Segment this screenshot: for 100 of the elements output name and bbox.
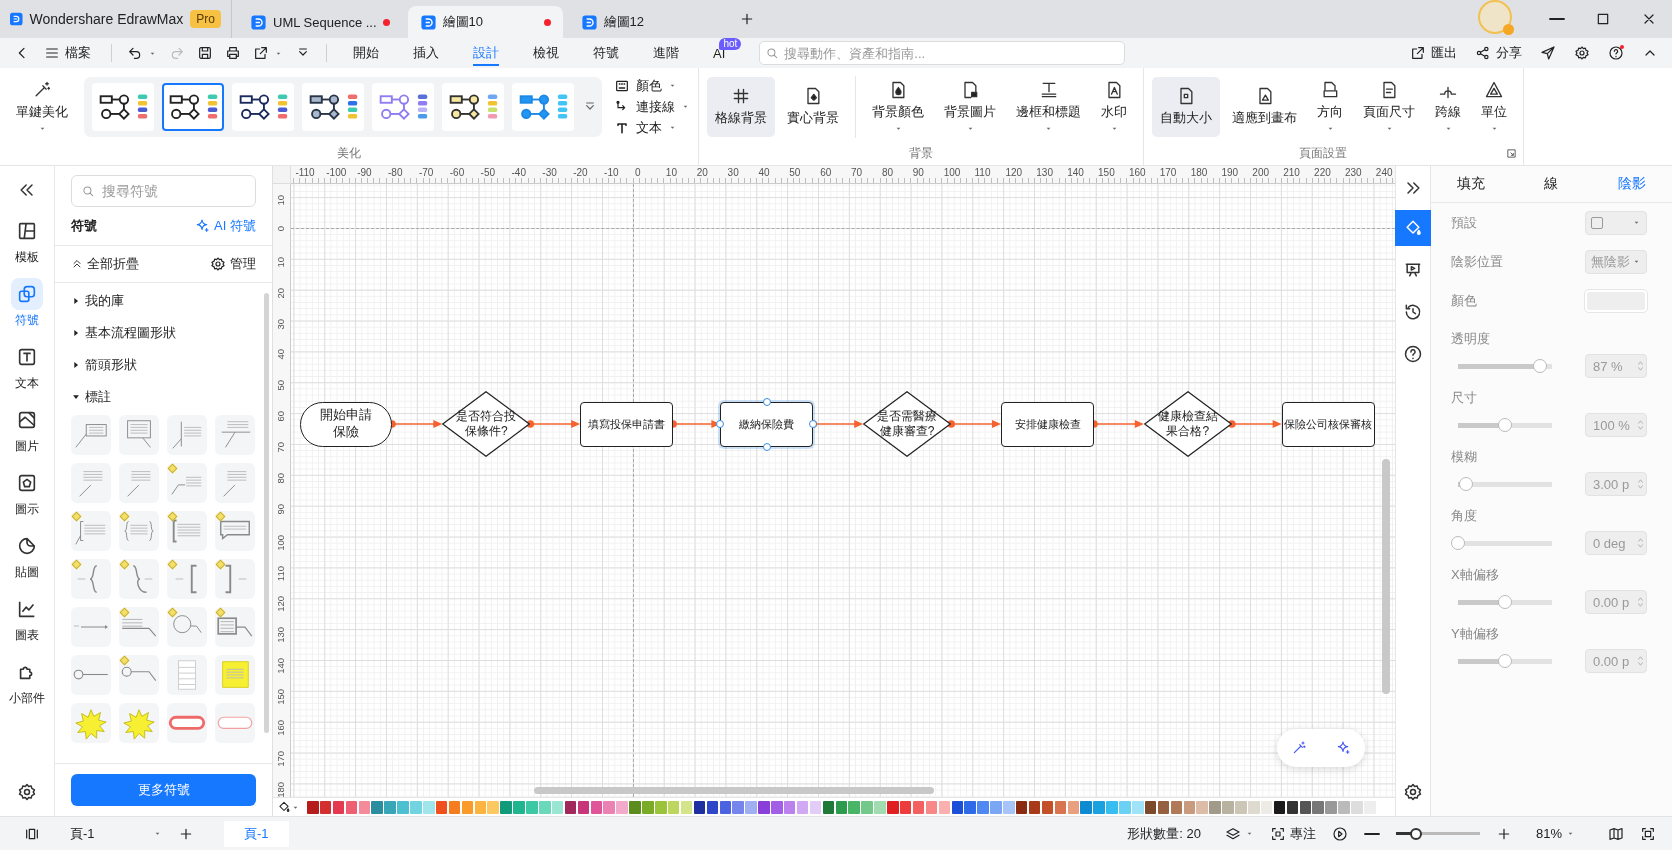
ribbon-button[interactable]: 背景顏色 [864, 76, 932, 137]
ruler-label: 150 [275, 689, 286, 705]
decision-node[interactable]: 健康檢查結果合格? [1143, 391, 1232, 457]
property-tab[interactable]: 線 [1511, 166, 1592, 202]
one-click-beautify-button[interactable]: 單鍵美化 [8, 76, 76, 137]
ruler-label: 130 [1036, 167, 1053, 178]
sidebar-tab[interactable]: 圖表 [1, 590, 53, 647]
sidebar-tab[interactable]: 小部件 [1, 653, 53, 710]
ruler-label: 160 [275, 719, 286, 736]
ruler-label: 150 [1098, 167, 1115, 178]
sidebar-tab[interactable]: 貼圖 [1, 527, 53, 584]
ribbon-button[interactable]: 適應到畫布 [1224, 76, 1305, 137]
ruler-label: 140 [275, 658, 286, 674]
menu-tab[interactable]: 進階 [637, 38, 695, 68]
menu-tab[interactable]: 設計 [457, 38, 515, 68]
library-item[interactable]: 我的庫 [71, 285, 124, 317]
ruler-label: 80 [275, 472, 286, 484]
ruler-label: 30 [275, 318, 286, 330]
sidebar-tab[interactable]: 模板 [1, 212, 53, 269]
page-tab[interactable]: 頁-1 [224, 820, 289, 847]
ruler-label: 60 [820, 167, 832, 178]
file-menu-button[interactable]: 檔案 [38, 40, 97, 66]
ruler-label: 170 [1159, 167, 1177, 178]
ruler-label: 80 [881, 167, 894, 178]
collapse-all-button[interactable]: 全部折疊 [71, 255, 139, 273]
terminal-node[interactable]: 開始申請保險 [300, 401, 392, 447]
property-tab[interactable]: 填充 [1431, 166, 1512, 202]
ruler-label: 0 [275, 225, 286, 232]
ruler-label: -80 [388, 167, 403, 178]
group-label: 背景 [908, 145, 934, 162]
sidebar-tab[interactable]: 圖片 [1, 401, 53, 458]
ribbon-button[interactable]: 單位 [1473, 76, 1515, 137]
page-dropdown[interactable]: 頁-1 [64, 820, 168, 847]
ribbon-button[interactable]: 實心背景 [779, 76, 847, 137]
ruler-label: 160 [1128, 167, 1146, 178]
field-label: 預設 [1451, 213, 1477, 232]
zoom-dropdown[interactable]: 81% [1530, 820, 1580, 847]
ribbon-button[interactable]: 頁面尺寸 [1355, 76, 1423, 137]
ribbon-button[interactable]: 跨線 [1427, 76, 1469, 137]
ruler-label: 100 [275, 534, 286, 551]
search-field[interactable]: 搜尋動作、資產和指南... [759, 41, 1126, 65]
field-label: 尺寸 [1451, 390, 1477, 405]
library-item[interactable]: 箭頭形狀 [71, 349, 137, 381]
ruler-label: -100 [326, 167, 347, 178]
ruler-label: -60 [449, 167, 465, 178]
drawing-canvas[interactable]: 開始申請保險 是否符合投保條件? 填寫投保申請書 繳納保險費 是否需醫療健康審查? 安排健康檢查 健康檢查結果合格? 保險公司核保審核 [291, 184, 1395, 797]
ruler-label: 50 [275, 380, 286, 391]
symbol-search-field[interactable]: 搜尋符號 [71, 175, 256, 207]
menu-tab[interactable]: 符號 [577, 38, 635, 68]
document-tab[interactable]: UML Sequence ... [238, 6, 402, 38]
action-button[interactable]: 匯出 [1404, 40, 1463, 66]
option-button[interactable]: 顏色 [614, 76, 690, 95]
process-node[interactable]: 安排健康檢查 [1001, 401, 1094, 447]
ribbon-button[interactable]: 自動大小 [1152, 76, 1220, 137]
ribbon-button[interactable]: 水印 [1093, 76, 1135, 137]
ruler-label: 70 [851, 167, 863, 178]
ruler-label: 0 [634, 167, 641, 178]
sidebar-tab[interactable]: 圖示 [1, 464, 53, 521]
sidebar-tab[interactable]: 文本 [1, 338, 53, 395]
menu-tab[interactable]: 開始 [337, 38, 395, 68]
ruler-label: -50 [480, 167, 496, 178]
focus-button[interactable]: 專注 [1264, 820, 1322, 847]
ribbon-button[interactable]: 背景圖片 [936, 76, 1004, 137]
sidebar-tab[interactable]: 符號 [1, 275, 53, 332]
ruler-label: 190 [1221, 167, 1239, 178]
group-label: 頁面設置 [1297, 145, 1348, 162]
ruler-label: 210 [1283, 167, 1300, 178]
option-button[interactable]: 連接線 [614, 97, 690, 116]
shape-count: 形狀數量: 20 [1127, 824, 1201, 843]
ruler-label: 10 [275, 195, 286, 206]
action-button[interactable]: 分享 [1469, 40, 1528, 66]
ruler-label: 50 [789, 167, 801, 178]
manage-button[interactable]: 管理 [210, 255, 256, 273]
document-tab[interactable]: 繪圖10 [407, 6, 563, 38]
ruler-label: 170 [275, 750, 286, 767]
ruler-label: 220 [1314, 167, 1331, 178]
process-node[interactable]: 填寫投保申請書 [580, 401, 674, 447]
ribbon-button[interactable]: 邊框和標題 [1008, 76, 1089, 137]
process-node[interactable]: 繳納保險費 [720, 401, 814, 447]
ruler-label: 200 [1252, 167, 1270, 178]
menu-tab[interactable]: 插入 [397, 38, 455, 68]
decision-node[interactable]: 是否需醫療健康審查? [863, 391, 952, 457]
process-node[interactable]: 保險公司核保審核 [1281, 401, 1375, 447]
property-tab[interactable]: 陰影 [1591, 166, 1672, 202]
option-button[interactable]: 文本 [614, 118, 690, 137]
library-item[interactable]: 標註 [71, 381, 111, 413]
menu-tab[interactable]: 檢視 [517, 38, 575, 68]
more-symbols-button[interactable]: 更多符號 [71, 774, 256, 806]
panel-title: 符號 [71, 217, 97, 235]
ai-symbols-link[interactable]: AI 符號 [194, 217, 256, 235]
library-item[interactable]: 基本流程圖形狀 [71, 317, 176, 349]
field-label: 陰影位置 [1451, 252, 1503, 271]
ribbon-button[interactable]: 格線背景 [707, 76, 775, 137]
ribbon-button[interactable]: 方向 [1309, 76, 1351, 137]
decision-node[interactable]: 是否符合投保條件? [442, 391, 531, 457]
ruler-label: 120 [275, 596, 286, 613]
ruler-label: 10 [665, 167, 677, 178]
ruler-label: 10 [275, 256, 286, 268]
ruler-label: 120 [1005, 167, 1023, 178]
document-tab[interactable]: 繪圖12 [568, 6, 724, 38]
